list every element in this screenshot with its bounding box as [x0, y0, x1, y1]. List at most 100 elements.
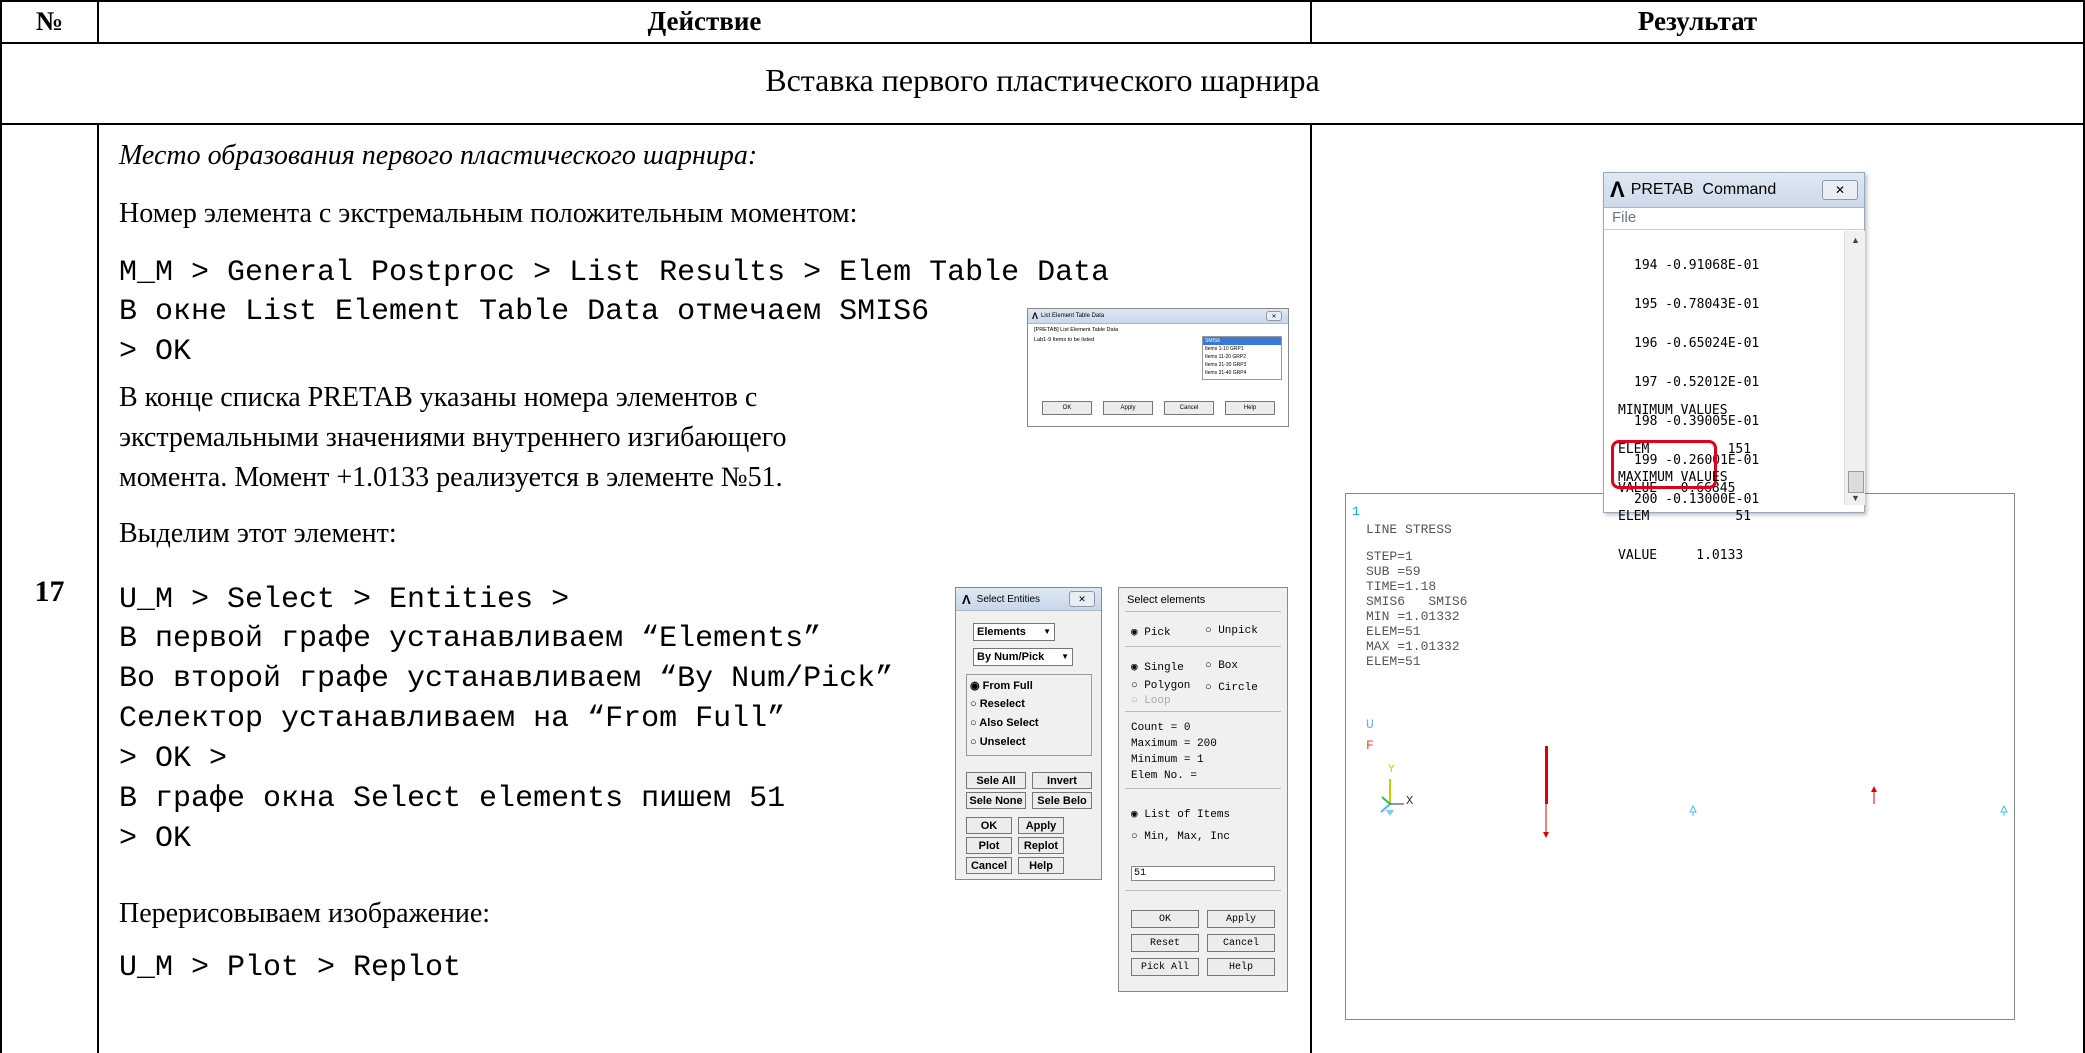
scroll-up-icon[interactable]: ▲ [1851, 235, 1860, 245]
sele-all-button[interactable]: Sele All [966, 772, 1026, 789]
ansys-logo-icon: Λ [1032, 311, 1039, 321]
dialog-row-label: [PRETAB] List Element Table Data [1034, 327, 1119, 333]
radio-unpick[interactable]: ○ Unpick [1205, 625, 1258, 637]
ansys-logo-icon: Λ [1610, 177, 1625, 202]
max-title: MAXIMUM VALUES [1618, 470, 1728, 485]
combo-value: Elements [977, 626, 1026, 638]
radio-pick[interactable]: ◉ Pick [1131, 625, 1171, 639]
radio-circle[interactable]: ○ Circle [1205, 682, 1258, 694]
action-p3: Выделим этот элемент: [119, 518, 397, 549]
action-p2-line2: экстремальными значениями внутреннего из… [119, 422, 787, 453]
minimum-label: Minimum = 1 [1131, 754, 1204, 766]
action-cmd4: U_M > Plot > Replot [119, 951, 462, 985]
sele-belo-button[interactable]: Sele Belo [1032, 792, 1092, 809]
close-icon[interactable]: ✕ [1069, 591, 1095, 607]
radio-also-select[interactable]: ○ Also Select [970, 717, 1039, 729]
action-cmd3: > OK [119, 335, 192, 369]
dialog-field-label: Lab1-9 Items to be listed [1034, 337, 1095, 343]
count-label: Count = 0 [1131, 722, 1191, 734]
list-item[interactable]: Items 31-40 GRP4 [1203, 369, 1281, 377]
action-cmd2: В окне List Element Table Data отмечаем … [119, 295, 930, 329]
action-sel4: Селектор устанавливаем на “From Full” [119, 702, 786, 736]
list-item[interactable]: SMIS6 [1203, 337, 1281, 345]
select-elements-dialog: Select elements ◉ Pick ○ Unpick ◉ Single… [1118, 587, 1288, 992]
radio-min-max-inc[interactable]: ○ Min, Max, Inc [1131, 831, 1230, 843]
chevron-down-icon: ▼ [1043, 627, 1051, 636]
table-border-left [0, 0, 2, 1053]
action-p4: Перерисовываем изображение: [119, 898, 491, 929]
radio-from-full[interactable]: ◉ From Full [970, 679, 1033, 692]
pretab-command-window: Λ PRETAB Command ✕ File 194 -0.91068E-01… [1603, 172, 1865, 562]
close-icon[interactable]: ✕ [1822, 180, 1858, 200]
maximum-values-block: MAXIMUM VALUES ELEM 51 VALUE 1.0133 [1618, 470, 1752, 563]
items-listbox[interactable]: SMIS6 Items 1-10 GRP1 Items 11-20 GRP2 I… [1202, 336, 1282, 380]
chevron-down-icon: ▼ [1061, 652, 1069, 661]
invert-button[interactable]: Invert [1032, 772, 1092, 789]
cancel-button[interactable]: Cancel [1164, 401, 1214, 415]
support-icon [1689, 804, 1697, 816]
help-button[interactable]: Help [1018, 857, 1064, 874]
pick-all-button[interactable]: Pick All [1131, 958, 1199, 976]
list-item: 195 -0.78043E-01 [1634, 297, 1760, 312]
radio-loop: ○ Loop [1131, 695, 1171, 707]
row-number: 17 [34, 575, 65, 608]
ok-button[interactable]: OK [1131, 910, 1199, 928]
radio-polygon[interactable]: ○ Polygon [1131, 680, 1190, 692]
action-p2-line3: момента. Момент +1.0133 реализуется в эл… [119, 462, 783, 493]
apply-button[interactable]: Apply [1103, 401, 1153, 415]
list-item[interactable]: Items 21-30 GRP3 [1203, 361, 1281, 369]
action-sel3: Во второй графе устанавливаем “By Num/Pi… [119, 662, 894, 696]
cancel-button[interactable]: Cancel [1207, 934, 1275, 952]
close-icon[interactable]: ✕ [1266, 311, 1282, 321]
radio-single[interactable]: ◉ Single [1131, 660, 1184, 674]
col-divider-1 [97, 123, 99, 1053]
radio-box[interactable]: ○ Box [1205, 660, 1238, 672]
action-sel6: В графе окна Select elements пишем 51 [119, 782, 786, 816]
plot-button[interactable]: Plot [966, 837, 1012, 854]
radio-list-of-items[interactable]: ◉ List of Items [1131, 807, 1230, 821]
dialog-title: List Element Table Data [1041, 313, 1105, 319]
action-heading: Место образования первого пластического … [119, 140, 758, 171]
list-item[interactable]: Items 11-20 GRP2 [1203, 353, 1281, 361]
action-sel1: U_M > Select > Entities > [119, 583, 570, 617]
section-title: Вставка первого пластического шарнира [765, 62, 1320, 98]
table-section-divider [0, 123, 2085, 125]
scrollbar[interactable]: ▲ ▼ [1844, 231, 1865, 505]
header-result: Результат [1637, 5, 1758, 36]
action-p2-line1: В конце списка PRETAB указаны номера эле… [119, 382, 758, 413]
radio-unselect[interactable]: ○ Unselect [970, 736, 1026, 748]
reset-button[interactable]: Reset [1131, 934, 1199, 952]
window-title: PRETAB Command [1630, 181, 1777, 198]
list-item: 194 -0.91068E-01 [1634, 258, 1760, 273]
list-item: 196 -0.65024E-01 [1634, 336, 1760, 351]
replot-button[interactable]: Replot [1018, 837, 1064, 854]
header-action: Действие [647, 5, 762, 36]
maximum-label: Maximum = 200 [1131, 738, 1217, 750]
menu-file[interactable]: File [1612, 209, 1636, 226]
combo-value: By Num/Pick [977, 651, 1045, 663]
support-icon [2000, 804, 2008, 816]
ansys-logo-icon: Λ [962, 591, 971, 607]
radio-reselect[interactable]: ○ Reselect [970, 698, 1025, 710]
help-button[interactable]: Help [1225, 401, 1275, 415]
scroll-down-icon[interactable]: ▼ [1851, 493, 1860, 503]
cancel-button[interactable]: Cancel [966, 857, 1012, 874]
apply-button[interactable]: Apply [1018, 817, 1064, 834]
action-sel2: В первой графе устанавливаем “Elements” [119, 622, 822, 656]
selection-method-combo[interactable]: By Num/Pick ▼ [973, 648, 1073, 666]
moment-bar-element-51 [1545, 746, 1548, 804]
list-element-table-dialog: Λ List Element Table Data ✕ [PRETAB] Lis… [1027, 308, 1289, 427]
action-p1: Номер элемента с экстремальным положител… [119, 198, 858, 229]
col-divider-2 [1310, 123, 1312, 1053]
elem-number-input[interactable]: 51 [1131, 866, 1275, 881]
entity-type-combo[interactable]: Elements ▼ [973, 623, 1055, 641]
list-item[interactable]: Items 1-10 GRP1 [1203, 345, 1281, 353]
help-button[interactable]: Help [1207, 958, 1275, 976]
scroll-thumb[interactable] [1848, 471, 1864, 493]
elem-no-label: Elem No. = [1131, 770, 1198, 782]
apply-button[interactable]: Apply [1207, 910, 1275, 928]
select-entities-dialog: Λ Select Entities ✕ Elements ▼ By Num/Pi… [955, 587, 1102, 880]
sele-none-button[interactable]: Sele None [966, 792, 1026, 809]
ok-button[interactable]: OK [966, 817, 1012, 834]
ok-button[interactable]: OK [1042, 401, 1092, 415]
